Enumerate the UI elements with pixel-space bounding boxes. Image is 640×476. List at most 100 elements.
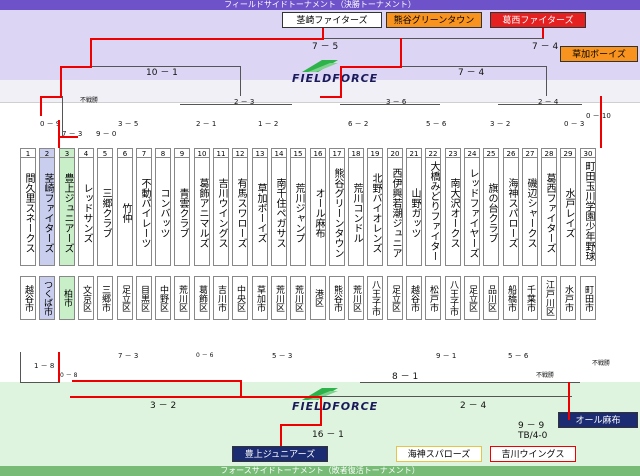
team-column: 9 青雲クラブ 荒川区: [174, 148, 190, 320]
qf-right-b: [402, 66, 546, 67]
b-line-1: [20, 352, 21, 382]
team-name: コンバッツ: [155, 158, 171, 266]
b-r1-score-a: 1 － 8: [34, 362, 55, 370]
champion-box: 茎崎ファイターズ: [282, 12, 382, 28]
team-name: 草加ボーイズ: [252, 158, 268, 266]
b-r2-score-a: 7 － 3: [118, 352, 139, 360]
team-area: 中央区: [232, 276, 248, 320]
team-column: 5 三郷クラブ 三郷市: [97, 148, 113, 320]
b-final-score: 16 － 1: [312, 430, 344, 440]
bottom-champion-box: 豊上ジュニアーズ: [232, 446, 328, 462]
team-column: 22大橋みどりファイターズ松戸市: [425, 148, 441, 320]
team-name: 旗の台クラブ: [483, 158, 499, 266]
team-name: 西伊興若潮ジュニア: [387, 158, 403, 266]
team-name: 間久里スネークス: [20, 158, 36, 266]
team-area: 葛飾区: [194, 276, 210, 320]
b-line-9: [280, 424, 282, 446]
conn-a-v2: [62, 96, 63, 136]
team-area: 足立区: [464, 276, 480, 320]
team-area: つくば市: [39, 276, 55, 320]
b-line-12: [568, 382, 570, 420]
conn-a: [40, 96, 62, 98]
team-column: 8 コンバッツ 中野区: [155, 148, 171, 320]
team-area: 荒川区: [290, 276, 306, 320]
team-area: 松戸市: [425, 276, 441, 320]
team-name: 町田玉川学園少年野球クラブ: [580, 158, 596, 266]
team-number: 9: [174, 148, 190, 158]
team-area: 目黒区: [136, 276, 152, 320]
team-column: 12 有馬スワローズ中央区: [232, 148, 248, 320]
team-column: 14 南千住ペガサス 荒川区: [271, 148, 287, 320]
team-column: 15 荒川ジャンプ荒川区: [290, 148, 306, 320]
team-name: レッドファイヤーズ: [464, 158, 480, 266]
bottom-tournament-title: フォースサイドトーナメント（敗者復活トーナメント）: [0, 466, 640, 476]
team-name: レッドサンズ: [78, 158, 94, 266]
b-line-7: [320, 396, 322, 424]
b-line-6: [70, 396, 320, 398]
team-area: 草加市: [252, 276, 268, 320]
team-name: 茎崎ファイターズ: [39, 158, 55, 266]
team-area: 水戸市: [560, 276, 576, 320]
bottom-third-box: 吉川ウイングス: [490, 446, 576, 462]
bottom-runner-up-box: 海神スパローズ: [396, 446, 482, 462]
team-number: 15: [290, 148, 306, 158]
team-number: 30: [580, 148, 596, 158]
b-line-11: [360, 382, 580, 383]
r1-score-11: 0 － 10: [586, 112, 611, 120]
team-area: 江戸川区: [541, 276, 557, 320]
conn-a-v: [40, 96, 42, 116]
b-line-2: [58, 352, 60, 382]
fieldforce-logo-top: FIELDFORCE: [292, 72, 379, 85]
team-area: 品川区: [483, 276, 499, 320]
team-name: 南大沢オークス: [445, 158, 461, 266]
conn-b-v: [58, 120, 60, 148]
team-name: 荒川ジャンプ: [290, 158, 306, 266]
team-name: 豊上ジュニアーズ: [59, 158, 75, 266]
team-column: 11 吉川ウイングス 吉川市: [213, 148, 229, 320]
team-number: 12: [232, 148, 248, 158]
team-name: 三郷クラブ: [97, 158, 113, 266]
runner-up-box: 熊谷グリーンタウン: [386, 12, 482, 28]
team-area: 町田市: [580, 276, 596, 320]
team-number: 25: [483, 148, 499, 158]
b-tiebreak-score: TB/4-0: [518, 431, 548, 441]
team-column: 3 豊上ジュニアーズ 柏市: [59, 148, 75, 320]
team-number: 18: [348, 148, 364, 158]
team-name: 水戸レイズ: [560, 158, 576, 266]
r3-vline-1: [60, 66, 62, 96]
r1-score-9: 3 － 2: [490, 120, 511, 128]
r1-score-10: 0 － 3: [564, 120, 585, 128]
team-name: 北野バイオレンズ: [367, 158, 383, 266]
b-r3-score-b: 5 － 6: [508, 352, 529, 360]
team-area: 千葉市: [522, 276, 538, 320]
team-name: 南千住ペガサス: [271, 158, 287, 266]
conn-d: [340, 104, 440, 105]
team-number: 2: [39, 148, 55, 158]
team-area: 文京区: [78, 276, 94, 320]
team-number: 3: [59, 148, 75, 158]
team-number: 13: [252, 148, 268, 158]
team-number: 21: [406, 148, 422, 158]
qf-left-score: 10 － 1: [146, 68, 178, 78]
team-column: 28 葛西ファイターズ 江戸川区: [541, 148, 557, 320]
team-column: 7 不動パイレーツ 目黒区: [136, 148, 152, 320]
third-score: 7 － 4: [532, 42, 559, 52]
team-name: 有馬スワローズ: [232, 158, 248, 266]
team-column: 21 山野ガッツ 越谷市: [406, 148, 422, 320]
fourth-place-box: 草加ボーイズ: [560, 46, 638, 62]
b-line-10: [322, 396, 572, 397]
team-name: 大橋みどりファイターズ: [425, 158, 441, 266]
tournament-bracket: フィールドサイドトーナメント（決勝トーナメント） フォースサイドトーナメント（敗…: [0, 0, 640, 476]
team-area: 越谷市: [406, 276, 422, 320]
team-number: 22: [425, 148, 441, 158]
team-column: 30町田玉川学園少年野球クラブ町田市: [580, 148, 596, 320]
third-place-box: 葛西ファイターズ: [490, 12, 586, 28]
b-fusen-a: 不戦勝: [592, 360, 611, 367]
b-r3-score-a: 8 － 1: [392, 372, 419, 382]
conn-c: [180, 104, 292, 105]
team-name: オール麻布: [310, 158, 326, 266]
team-area: 足立区: [117, 276, 133, 320]
r1-score-7: 6 － 2: [348, 120, 369, 128]
team-column: 4 レッドサンズ 文京区: [78, 148, 94, 320]
team-name: 磯辺シャークス: [522, 158, 538, 266]
